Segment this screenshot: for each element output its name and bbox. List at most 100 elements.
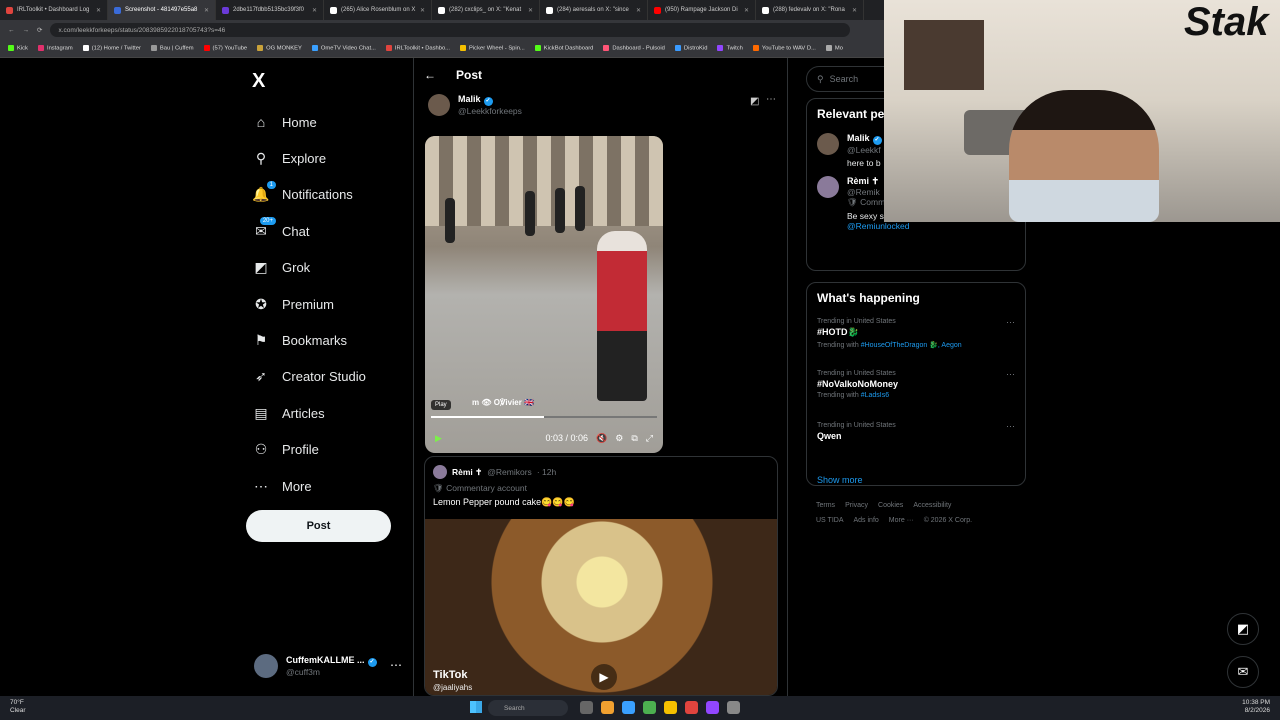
- verified-icon: ✓: [367, 658, 377, 667]
- nav-item-notifications[interactable]: 🔔 1 Notifications: [252, 177, 366, 213]
- weather-widget[interactable]: 70°F Clear: [10, 699, 26, 715]
- close-tab-icon[interactable]: ✕: [312, 7, 317, 14]
- messages-floating-icon[interactable]: ✉: [1227, 656, 1259, 688]
- trend-item[interactable]: Trending in United States #HOTD🐉 Trending …: [807, 313, 1025, 365]
- forward-icon[interactable]: →: [23, 27, 30, 34]
- show-more-link[interactable]: Show more: [807, 469, 1025, 497]
- person-name: Malik: [847, 133, 870, 143]
- bookmark[interactable]: Picker Wheel - Spin...: [460, 45, 525, 52]
- taskbar-search[interactable]: Search: [488, 700, 568, 716]
- browser-tab[interactable]: (284) aeresals on X: "since ✕: [540, 0, 648, 20]
- close-tab-icon[interactable]: ✕: [852, 7, 857, 14]
- trend-with-prefix: Trending with: [817, 342, 859, 349]
- post-button[interactable]: Post: [246, 510, 391, 542]
- bookmark[interactable]: Twitch: [717, 45, 743, 52]
- grok-explain-icon[interactable]: ◩: [750, 96, 759, 107]
- back-arrow-icon[interactable]: ←: [424, 68, 436, 82]
- app-icon[interactable]: [727, 701, 740, 714]
- bookmark[interactable]: IRLToolkit • Dashbo...: [385, 45, 450, 52]
- nav-item-articles[interactable]: ▤ Articles: [252, 395, 366, 431]
- close-tab-icon[interactable]: ✕: [420, 7, 425, 14]
- reload-icon[interactable]: ⟳: [37, 26, 42, 34]
- nav-item-premium[interactable]: ✪ Premium: [252, 286, 366, 322]
- video-player[interactable]: Play m 👁 O℣ivier 🇬🇧 ▶ 0:03 / 0:06 🔇 ⚙ ⧉ …: [425, 136, 663, 453]
- url-field[interactable]: x.com/leekkforkeeps/status/2083985922018…: [50, 23, 851, 37]
- reply-post[interactable]: Rèmi ✝ @Remikors · 12h 🛡 Commentary acco…: [424, 456, 778, 696]
- person-link[interactable]: @Remiunlocked: [847, 221, 969, 231]
- more-icon[interactable]: ⋯: [1006, 369, 1015, 380]
- nav-item-creator-studio[interactable]: ➶ Creator Studio: [252, 359, 366, 395]
- bookmark[interactable]: Dashboard - Pulsoid: [603, 45, 665, 52]
- footer-link[interactable]: Accessibility: [913, 502, 951, 509]
- play-icon[interactable]: ▶: [591, 664, 617, 690]
- bookmark[interactable]: OmeTV Video Chat...: [311, 45, 376, 52]
- nav-item-grok[interactable]: ◩ Grok: [252, 250, 366, 286]
- close-tab-icon[interactable]: ✕: [204, 7, 209, 14]
- back-icon[interactable]: ←: [8, 27, 15, 34]
- app-icon[interactable]: [685, 701, 698, 714]
- bookmark[interactable]: KickBot Dashboard: [534, 45, 593, 52]
- bookmark[interactable]: YouTube to WAV D...: [752, 45, 816, 52]
- x-logo[interactable]: X: [252, 70, 265, 93]
- post-author[interactable]: Malik ✓ @Leekkforkeeps: [428, 94, 522, 116]
- footer-link[interactable]: US TIDA: [816, 517, 844, 524]
- reply-media[interactable]: TikTok @jaaliyahs ▶: [425, 519, 777, 695]
- trend-item[interactable]: Trending in United States Qwen ⋯: [807, 417, 1025, 469]
- footer-link[interactable]: © 2026 X Corp.: [924, 517, 972, 524]
- app-icon[interactable]: [622, 701, 635, 714]
- more-icon[interactable]: ⋯: [1006, 421, 1015, 432]
- browser-tab[interactable]: 2dbe117fdbb5135bc39f3f0 ✕: [216, 0, 324, 20]
- browser-tab[interactable]: IRLToolkit • Dashboard Log ✕: [0, 0, 108, 20]
- bookmark[interactable]: OG MONKEY: [257, 45, 302, 52]
- app-icon[interactable]: [664, 701, 677, 714]
- trend-with-link[interactable]: #LadsIs6: [861, 392, 889, 399]
- bookmark[interactable]: Mo: [825, 45, 843, 52]
- bookmark[interactable]: (57) YouTube: [203, 45, 247, 52]
- mute-icon[interactable]: 🔇: [596, 433, 607, 444]
- app-icon[interactable]: [706, 701, 719, 714]
- account-switcher[interactable]: CuffemKALLME ... ✓ @cuff3m ⋯: [254, 654, 402, 678]
- more-icon[interactable]: ⋯: [1006, 317, 1015, 328]
- app-icon[interactable]: [580, 701, 593, 714]
- footer-link[interactable]: Cookies: [878, 502, 903, 509]
- browser-tab[interactable]: (265) Alice Rosenblum on X ✕: [324, 0, 432, 20]
- trend-item[interactable]: Trending in United States #NoValkoNoMoney…: [807, 365, 1025, 417]
- footer-link[interactable]: Ads info: [854, 517, 879, 524]
- fullscreen-icon[interactable]: ⤢: [646, 433, 653, 444]
- settings-icon[interactable]: ⚙: [615, 433, 623, 444]
- close-tab-icon[interactable]: ✕: [744, 7, 749, 14]
- more-options-icon[interactable]: ⋯: [390, 658, 402, 672]
- video-progress-bar[interactable]: [431, 416, 657, 418]
- nav-item-profile[interactable]: ⚇ Profile: [252, 432, 366, 468]
- play-icon[interactable]: ▶: [435, 433, 442, 444]
- nav-item-home[interactable]: ⌂ Home: [252, 104, 366, 140]
- bookmark[interactable]: Kick: [8, 45, 28, 52]
- bookmark[interactable]: Bau | Cuffem: [150, 45, 194, 52]
- bookmark[interactable]: DistroKid: [674, 45, 707, 52]
- trend-with-link[interactable]: #HouseOfTheDragon 🐉, Aegon: [861, 342, 962, 349]
- windows-start-icon[interactable]: [470, 701, 482, 713]
- nav-item-chat[interactable]: ✉ 20+ Chat: [252, 213, 366, 249]
- footer-link[interactable]: Terms: [816, 502, 835, 509]
- footer-link[interactable]: More ···: [889, 517, 914, 524]
- browser-tab[interactable]: Screenshot - 481497e55a8 ✕: [108, 0, 216, 20]
- app-icon[interactable]: [643, 701, 656, 714]
- close-tab-icon[interactable]: ✕: [96, 7, 101, 14]
- bookmark[interactable]: Instagram: [37, 45, 73, 52]
- video-subject: [597, 231, 647, 401]
- grok-floating-icon[interactable]: ◩: [1227, 613, 1259, 645]
- pip-icon[interactable]: ⧉: [631, 433, 637, 444]
- nav-item-bookmarks[interactable]: ⚑ Bookmarks: [252, 322, 366, 358]
- bookmark[interactable]: (12) Home / Twitter: [82, 45, 141, 52]
- app-icon[interactable]: [601, 701, 614, 714]
- close-tab-icon[interactable]: ✕: [636, 7, 641, 14]
- nav-item-explore[interactable]: ⚲ Explore: [252, 140, 366, 176]
- footer-link[interactable]: Privacy: [845, 502, 868, 509]
- more-icon[interactable]: ⋯: [766, 94, 776, 105]
- taskbar-clock[interactable]: 10:38 PM 8/2/2026: [1242, 699, 1270, 715]
- nav-item-more[interactable]: ⋯ More: [252, 468, 366, 504]
- browser-tab[interactable]: (950) Rampage Jackson Di ✕: [648, 0, 756, 20]
- close-tab-icon[interactable]: ✕: [528, 7, 533, 14]
- browser-tab[interactable]: (288) fedevalv on X: "Rona ✕: [756, 0, 864, 20]
- browser-tab[interactable]: (282) cxclips_ on X: "Kenat ✕: [432, 0, 540, 20]
